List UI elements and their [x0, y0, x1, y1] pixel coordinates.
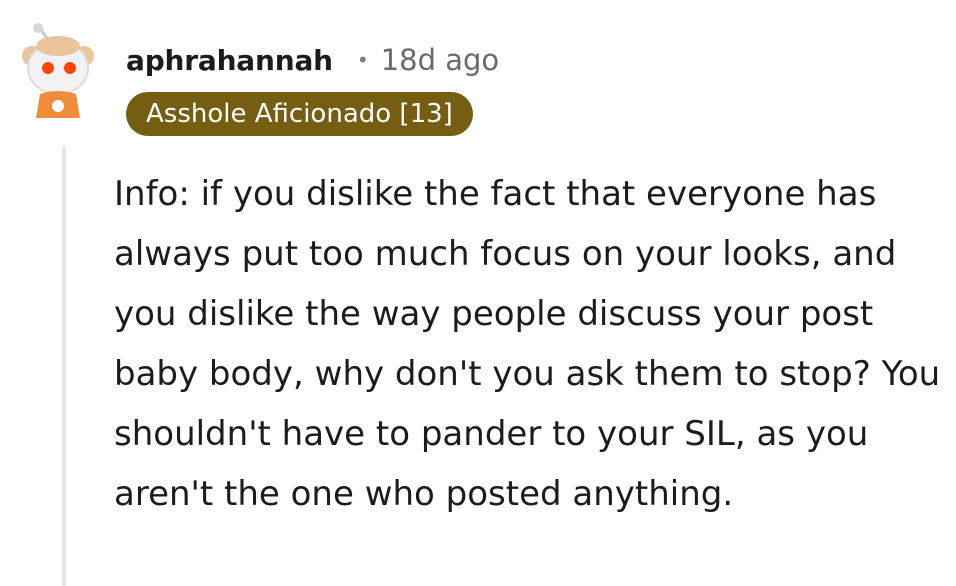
- separator-dot: •: [356, 48, 369, 72]
- thread-line[interactable]: [62, 146, 66, 586]
- timestamp[interactable]: 18d ago: [381, 43, 499, 77]
- comment: aphrahannah • 18d ago Asshole Aficionado…: [0, 0, 956, 586]
- comment-body: Info: if you dislike the fact that every…: [114, 174, 941, 514]
- username-link[interactable]: aphrahannah: [126, 44, 333, 77]
- snoo-avatar-icon: [22, 23, 94, 118]
- user-avatar[interactable]: [18, 22, 98, 118]
- comment-header: aphrahannah • 18d ago: [126, 38, 499, 82]
- user-flair-badge: Asshole Aficionado [13]: [126, 92, 473, 136]
